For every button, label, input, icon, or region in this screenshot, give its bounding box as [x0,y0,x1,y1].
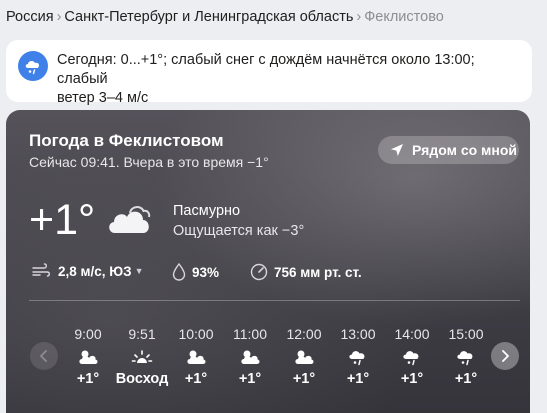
hourly-value: +1° [238,371,262,387]
current-time-info: Сейчас 09:41. Вчера в это время −1° [29,154,269,170]
hourly-value: +1° [454,371,478,387]
hourly-item: 10:00 +1° [169,326,223,387]
page-title: Погода в Феклистовом [29,131,224,150]
weather-card: Погода в Феклистовом Сейчас 09:41. Вчера… [6,110,530,413]
hourly-value: +1° [400,371,424,387]
sunrise-icon [115,346,169,368]
hourly-value: +1° [292,371,316,387]
hourly-forecast: 9:00 +1° 9:51 Восход 10:00 +1° 11:00 +1° 12:00 +1… [61,326,491,396]
cloudy-day-icon [61,346,115,368]
hourly-item: 14:00 +1° [385,326,439,387]
hourly-value: +1° [184,371,208,387]
overcast-icon [106,201,152,240]
hourly-time: 15:00 [448,326,484,342]
hourly-value: +1° [76,371,100,387]
wind-info: 2,8 м/с, ЮЗ ▼ [32,263,144,279]
hourly-time: 13:00 [340,326,376,342]
feels-like-text: Ощущается как −3° [173,223,305,239]
hourly-time: 12:00 [286,326,322,342]
divider [29,300,520,301]
near-me-label: Рядом со мной [412,142,518,158]
cloudy-day-icon [223,346,277,368]
chevron-right-icon [502,350,509,362]
cloudy-day-icon [169,346,223,368]
alert-text-line1: Сегодня: 0...+1°; слабый снег с дождём н… [57,52,475,87]
hourly-item: 9:51 Восход [115,326,169,387]
near-me-button[interactable]: Рядом со мной [378,136,519,164]
scroll-left-button[interactable] [30,342,58,370]
wind-icon [32,263,51,277]
hourly-item: 12:00 +1° [277,326,331,387]
pressure-info: 756 мм рт. ст. [250,263,362,281]
snow-rain-icon [331,346,385,368]
weather-alert[interactable]: Сегодня: 0...+1°; слабый снег с дождём н… [6,40,532,106]
droplet-icon [172,263,186,281]
hourly-time: 14:00 [394,326,430,342]
snow-rain-icon [439,346,491,368]
hourly-item: 11:00 +1° [223,326,277,387]
location-arrow-icon [391,144,403,156]
humidity-value: 93% [192,264,220,280]
hourly-item: 13:00 +1° [331,326,385,387]
wind-value: 2,8 м/с, ЮЗ [58,263,132,279]
breadcrumb-country[interactable]: Россия [6,9,54,25]
condition-text: Пасмурно [173,203,241,219]
snow-rain-icon [18,51,48,81]
hourly-time: 9:00 [74,326,102,342]
breadcrumb-region[interactable]: Санкт-Петербург и Ленинградская область [64,9,353,25]
pressure-gauge-icon [250,263,268,281]
scroll-right-button[interactable] [491,342,519,370]
current-temperature: +1° [29,196,96,244]
hourly-time: 11:00 [233,326,267,342]
hourly-time: 10:00 [178,326,214,342]
hourly-item: 15:00 +1° [439,326,491,387]
chevron-left-icon [40,350,47,362]
breadcrumb-separator: › [56,9,62,25]
cloudy-day-icon [277,346,331,368]
breadcrumb: Россия › Санкт-Петербург и Ленинградская о… [6,9,444,25]
hourly-value: Восход [115,371,169,387]
hourly-time: 9:51 [128,326,156,342]
alert-text-line2: ветер 3–4 м/с [57,90,149,106]
breadcrumb-current: Феклистово [364,9,444,25]
wind-direction-icon: ▼ [134,266,144,276]
hourly-item: 9:00 +1° [61,326,115,387]
pressure-value: 756 мм рт. ст. [274,264,362,280]
humidity-info: 93% [172,263,219,281]
snow-rain-icon [385,346,439,368]
breadcrumb-separator: › [356,9,362,25]
hourly-value: +1° [346,371,370,387]
